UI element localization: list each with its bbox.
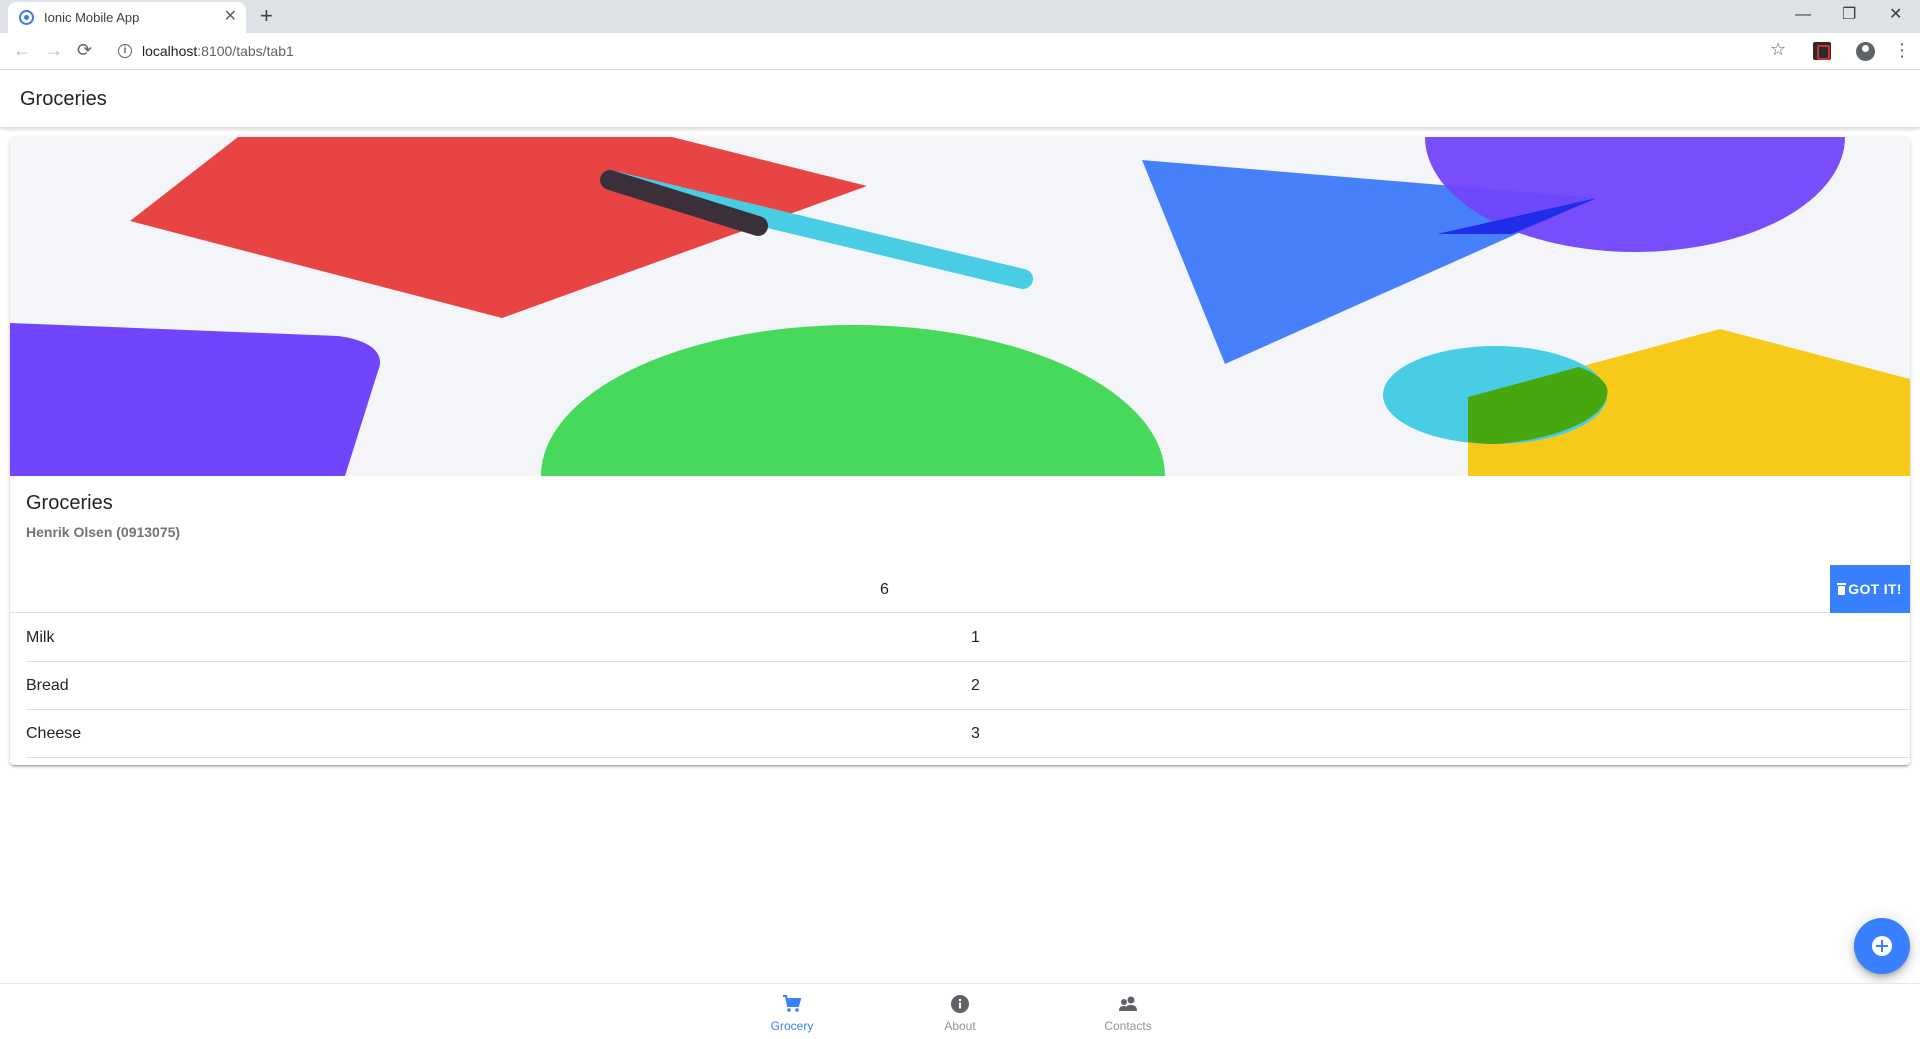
purple-shape [10,323,381,476]
pdf-extension-icon[interactable] [1813,42,1831,60]
add-item-fab-button[interactable] [1854,918,1910,974]
grocery-item-row[interactable]: Cheese 3 [26,710,1910,758]
browser-tab-title: Ionic Mobile App [44,10,140,25]
card-subtitle: Henrik Olsen (0913075) [26,524,181,540]
browser-menu-icon[interactable]: ⋮ [1893,40,1911,60]
grocery-item-row[interactable]: Bread 2 [26,662,1910,710]
tab-about[interactable]: About [900,984,1020,1039]
tab-label: Contacts [1104,1019,1152,1033]
ionic-favicon-icon [19,10,34,25]
reload-button[interactable]: ⟳ [77,40,92,60]
restore-window-button[interactable]: ❐ [1842,4,1856,26]
new-tab-button[interactable]: + [260,4,273,28]
url-path: :8100/tabs/tab1 [197,43,294,59]
item-quantity: 2 [971,677,980,694]
card-title: Groceries [26,492,113,514]
grocery-card: Groceries Henrik Olsen (0913075) 6 GOT I… [10,137,1910,765]
account-icon[interactable] [1856,42,1875,61]
item-name: Milk [26,629,55,646]
back-button[interactable]: ← [13,40,31,60]
tab-label: About [944,1019,976,1033]
minimize-window-button[interactable]: — [1795,4,1811,26]
page-title: Groceries [20,88,107,110]
item-name: Bread [26,677,69,694]
got-it-label: GOT IT! [1848,581,1902,597]
site-info-icon[interactable]: i [118,44,132,58]
card-header-image [10,137,1910,476]
forward-button[interactable]: → [45,40,63,60]
total-quantity: 6 [880,581,889,598]
cart-icon [783,995,802,1012]
close-window-button[interactable]: ✕ [1889,4,1902,26]
app-header: Groceries [0,71,1920,127]
item-name: Cheese [26,725,82,742]
information-icon [951,995,969,1013]
add-circle-icon [1872,936,1892,956]
url-host: localhost [142,43,198,59]
tab-label: Grocery [770,1019,814,1033]
trash-icon [1837,583,1847,595]
browser-tab-strip: Ionic Mobile App ✕ + — ❐ ✕ [0,0,1920,33]
tab-contacts[interactable]: Contacts [1068,984,1188,1039]
got-it-button[interactable]: GOT IT! [1830,565,1910,613]
bottom-tab-bar: Grocery About Contacts [0,983,1920,1039]
tab-grocery[interactable]: Grocery [732,984,852,1039]
browser-toolbar: ← → ⟳ i localhost:8100/tabs/tab1 ☆ ⋮ [0,33,1920,70]
total-row: 6 GOT IT! [10,565,1910,613]
bookmark-star-icon[interactable]: ☆ [1770,39,1786,59]
browser-tab[interactable]: Ionic Mobile App ✕ [8,2,246,33]
close-tab-icon[interactable]: ✕ [224,8,237,26]
address-bar[interactable]: i localhost:8100/tabs/tab1 [108,37,1783,65]
people-icon [1119,996,1137,1011]
item-quantity: 3 [971,725,980,742]
item-quantity: 1 [971,629,980,646]
grocery-item-row[interactable]: Milk 1 [26,614,1910,662]
url-text[interactable]: localhost:8100/tabs/tab1 [142,43,294,59]
